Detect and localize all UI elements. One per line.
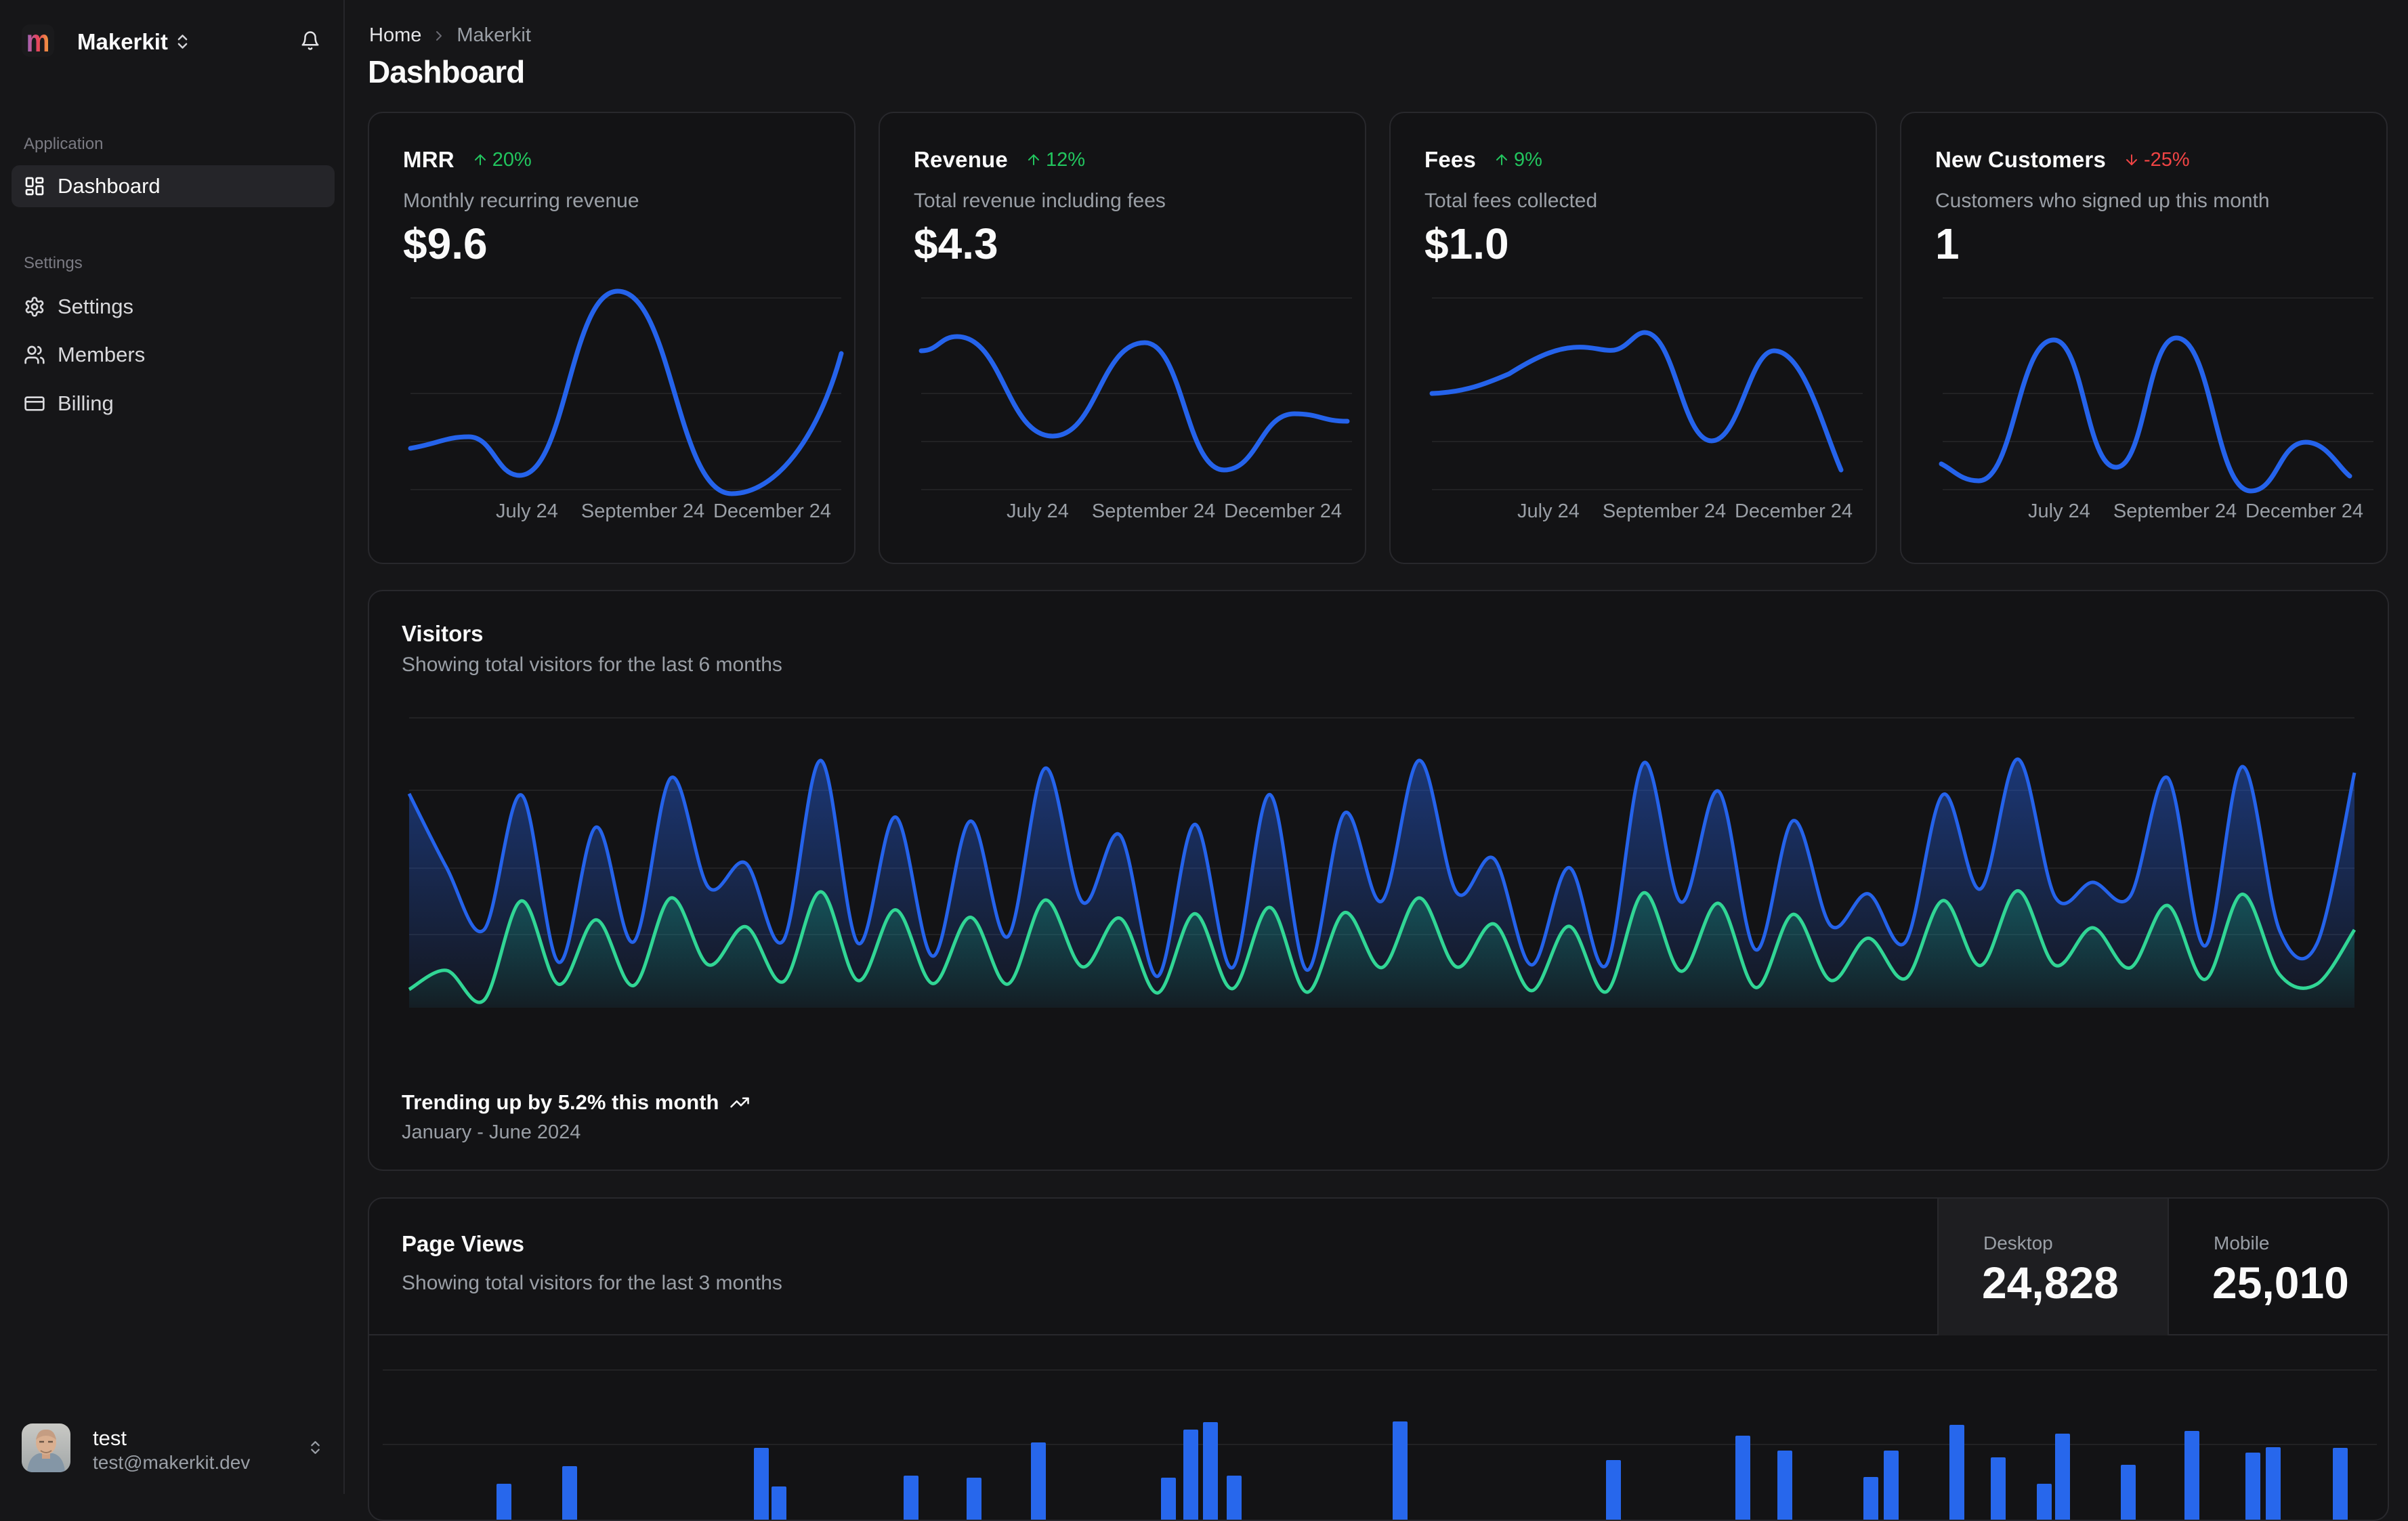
svg-text:m: m xyxy=(26,24,50,57)
